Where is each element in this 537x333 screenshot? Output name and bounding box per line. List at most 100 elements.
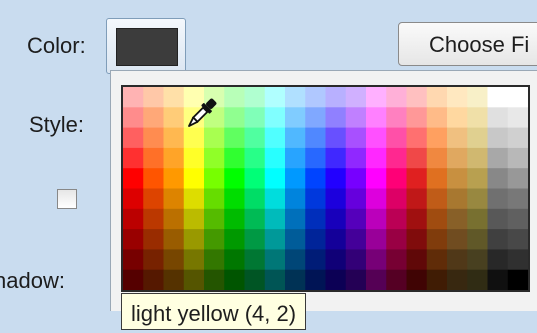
color-cell[interactable] [507,168,528,190]
color-cell[interactable] [426,127,448,149]
color-cell[interactable] [467,127,489,149]
color-cell[interactable] [426,107,448,129]
color-cell[interactable] [143,87,165,108]
color-cell[interactable] [325,107,347,129]
color-cell[interactable] [467,168,489,190]
color-cell[interactable] [305,229,327,250]
color-cell[interactable] [325,87,347,108]
color-cell[interactable] [264,168,286,190]
color-cell[interactable] [285,168,306,190]
color-cell[interactable] [305,87,327,108]
color-cell[interactable] [345,147,367,169]
color-cell[interactable] [285,249,306,271]
color-cell[interactable] [305,208,327,230]
color-cell[interactable] [487,249,509,271]
color-cell[interactable] [224,87,246,108]
color-cell[interactable] [406,147,428,169]
color-cell[interactable] [264,107,286,129]
color-cell[interactable] [183,229,205,250]
color-cell[interactable] [487,147,509,169]
color-cell[interactable] [467,147,489,169]
color-cell[interactable] [143,127,165,149]
color-cell[interactable] [345,107,367,129]
color-cell[interactable] [264,87,286,108]
color-cell[interactable] [204,168,225,190]
color-cell[interactable] [507,188,528,210]
color-cell[interactable] [487,208,509,230]
color-cell[interactable] [345,188,367,210]
color-cell[interactable] [183,249,205,271]
color-cell[interactable] [143,269,165,290]
color-cell[interactable] [487,87,509,108]
color-cell[interactable] [244,188,266,210]
color-cell[interactable] [386,127,408,149]
color-cell[interactable] [487,107,509,129]
color-cell[interactable] [507,229,528,250]
color-cell[interactable] [123,168,144,190]
color-cell[interactable] [426,249,448,271]
color-cell[interactable] [224,269,246,290]
color-cell[interactable] [366,188,387,210]
color-cell[interactable] [386,168,408,190]
color-cell[interactable] [163,168,185,190]
color-cell[interactable] [183,269,205,290]
color-cell[interactable] [426,87,448,108]
color-cell[interactable] [345,229,367,250]
color-cell[interactable] [386,87,408,108]
color-cell[interactable] [285,107,306,129]
color-cell[interactable] [345,208,367,230]
color-cell[interactable] [487,168,509,190]
color-cell[interactable] [305,269,327,290]
color-cell[interactable] [244,229,266,250]
color-cell[interactable] [325,208,347,230]
color-cell[interactable] [183,168,205,190]
color-cell[interactable] [305,127,327,149]
color-cell[interactable] [325,168,347,190]
color-cell[interactable] [264,208,286,230]
color-cell[interactable] [285,208,306,230]
color-cell[interactable] [224,188,246,210]
color-cell[interactable] [507,127,528,149]
color-cell[interactable] [244,249,266,271]
color-cell[interactable] [143,249,165,271]
color-cell[interactable] [264,127,286,149]
color-cell[interactable] [123,229,144,250]
color-cell[interactable] [507,107,528,129]
color-cell[interactable] [487,188,509,210]
color-cell[interactable] [123,188,144,210]
color-cell[interactable] [224,127,246,149]
color-cell[interactable] [143,208,165,230]
color-cell[interactable] [386,249,408,271]
color-cell[interactable] [163,269,185,290]
color-cell[interactable] [366,87,387,108]
color-cell[interactable] [447,269,468,290]
color-cell[interactable] [447,87,468,108]
color-cell[interactable] [204,229,225,250]
color-cell[interactable] [224,208,246,230]
color-cell[interactable] [366,249,387,271]
color-cell[interactable] [366,229,387,250]
color-cell[interactable] [305,107,327,129]
color-cell[interactable] [143,147,165,169]
color-cell[interactable] [325,229,347,250]
color-cell[interactable] [487,127,509,149]
color-cell[interactable] [345,249,367,271]
color-cell[interactable] [204,249,225,271]
color-cell[interactable] [406,229,428,250]
color-cell[interactable] [285,147,306,169]
color-cell[interactable] [204,147,225,169]
color-cell[interactable] [285,229,306,250]
color-cell[interactable] [426,208,448,230]
color-cell[interactable] [163,147,185,169]
color-cell[interactable] [123,147,144,169]
color-cell[interactable] [447,147,468,169]
color-cell[interactable] [345,87,367,108]
color-cell[interactable] [224,147,246,169]
color-cell[interactable] [426,269,448,290]
color-cell[interactable] [204,269,225,290]
color-cell[interactable] [386,229,408,250]
color-cell[interactable] [447,208,468,230]
color-cell[interactable] [447,229,468,250]
color-cell[interactable] [123,87,144,108]
color-cell[interactable] [467,107,489,129]
